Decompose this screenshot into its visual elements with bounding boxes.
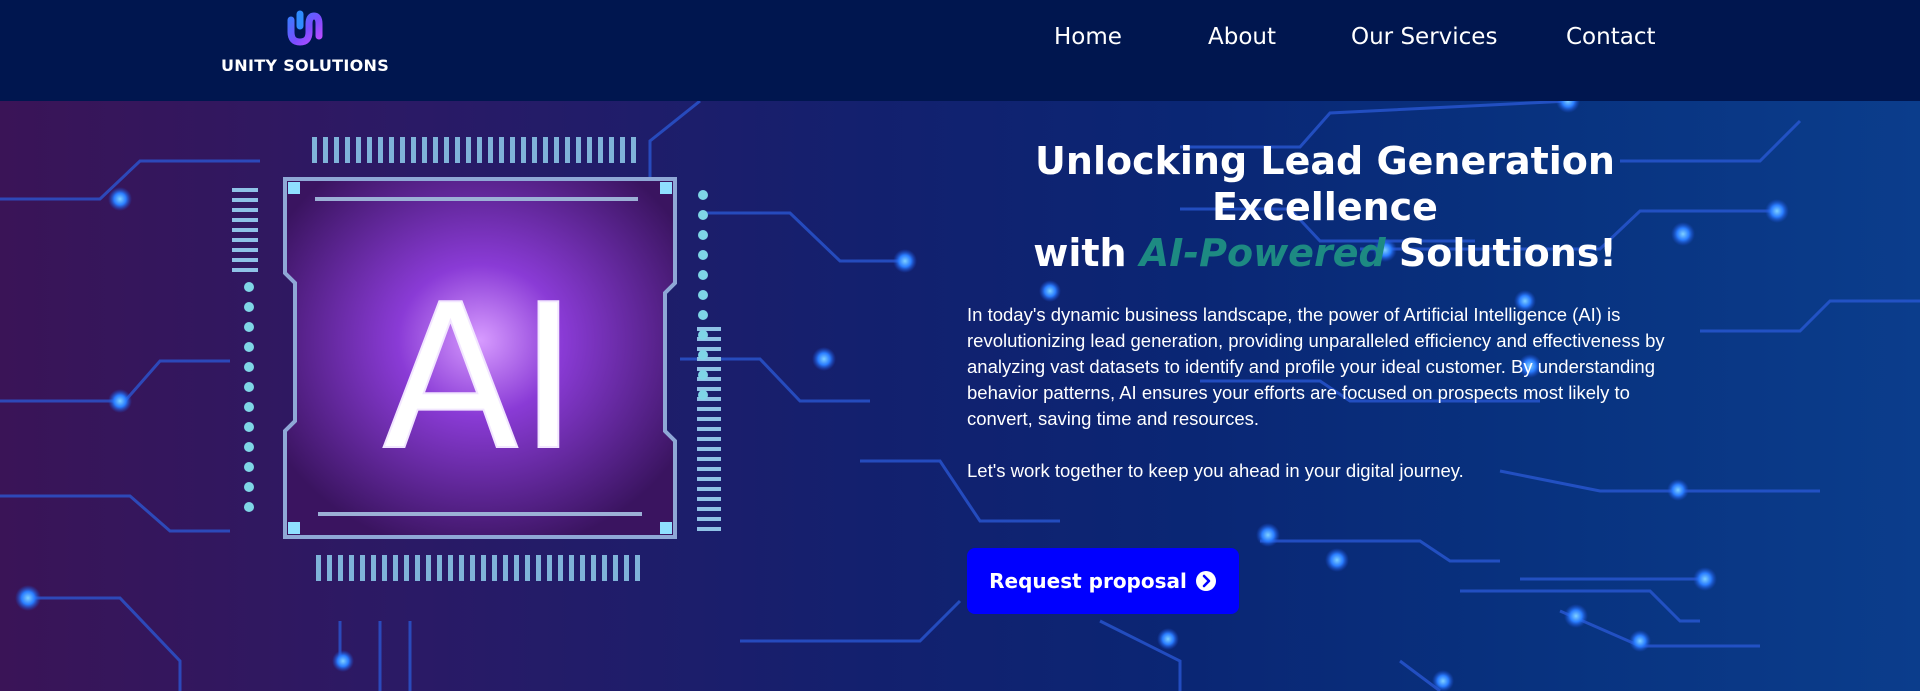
brand[interactable]: UNITY SOLUTIONS (221, 6, 389, 76)
hero-title: Unlocking Lead Generation Excellence wit… (940, 138, 1710, 276)
nav-link-our-services[interactable]: Our Services (1351, 24, 1497, 50)
request-proposal-label: Request proposal (989, 569, 1187, 593)
hero-section: AI Unlocking Lead Generation Excellence … (0, 101, 1920, 691)
nav-link-home[interactable]: Home (1054, 24, 1122, 50)
hero-title-end: Solutions! (1385, 231, 1617, 275)
hero-paragraph-1: In today's dynamic business landscape, t… (967, 304, 1665, 429)
chip-ai-label: AI (382, 262, 578, 495)
hero-title-with: with (1033, 231, 1140, 275)
site-header: UNITY SOLUTIONS Home About Our Services … (0, 0, 1920, 101)
request-proposal-button[interactable]: Request proposal (967, 548, 1239, 614)
nav-link-about[interactable]: About (1208, 24, 1276, 50)
hero-title-accent: AI-Powered (1139, 231, 1386, 275)
chevron-right-circle-icon (1195, 571, 1216, 591)
hero-title-line1: Unlocking Lead Generation Excellence (1035, 139, 1615, 229)
nav-link-contact[interactable]: Contact (1566, 24, 1655, 50)
hero-description: In today's dynamic business landscape, t… (967, 302, 1697, 484)
brand-name: UNITY SOLUTIONS (220, 56, 390, 75)
unity-solutions-logo-icon (287, 10, 323, 46)
hero-paragraph-2: Let's work together to keep you ahead in… (967, 460, 1464, 481)
